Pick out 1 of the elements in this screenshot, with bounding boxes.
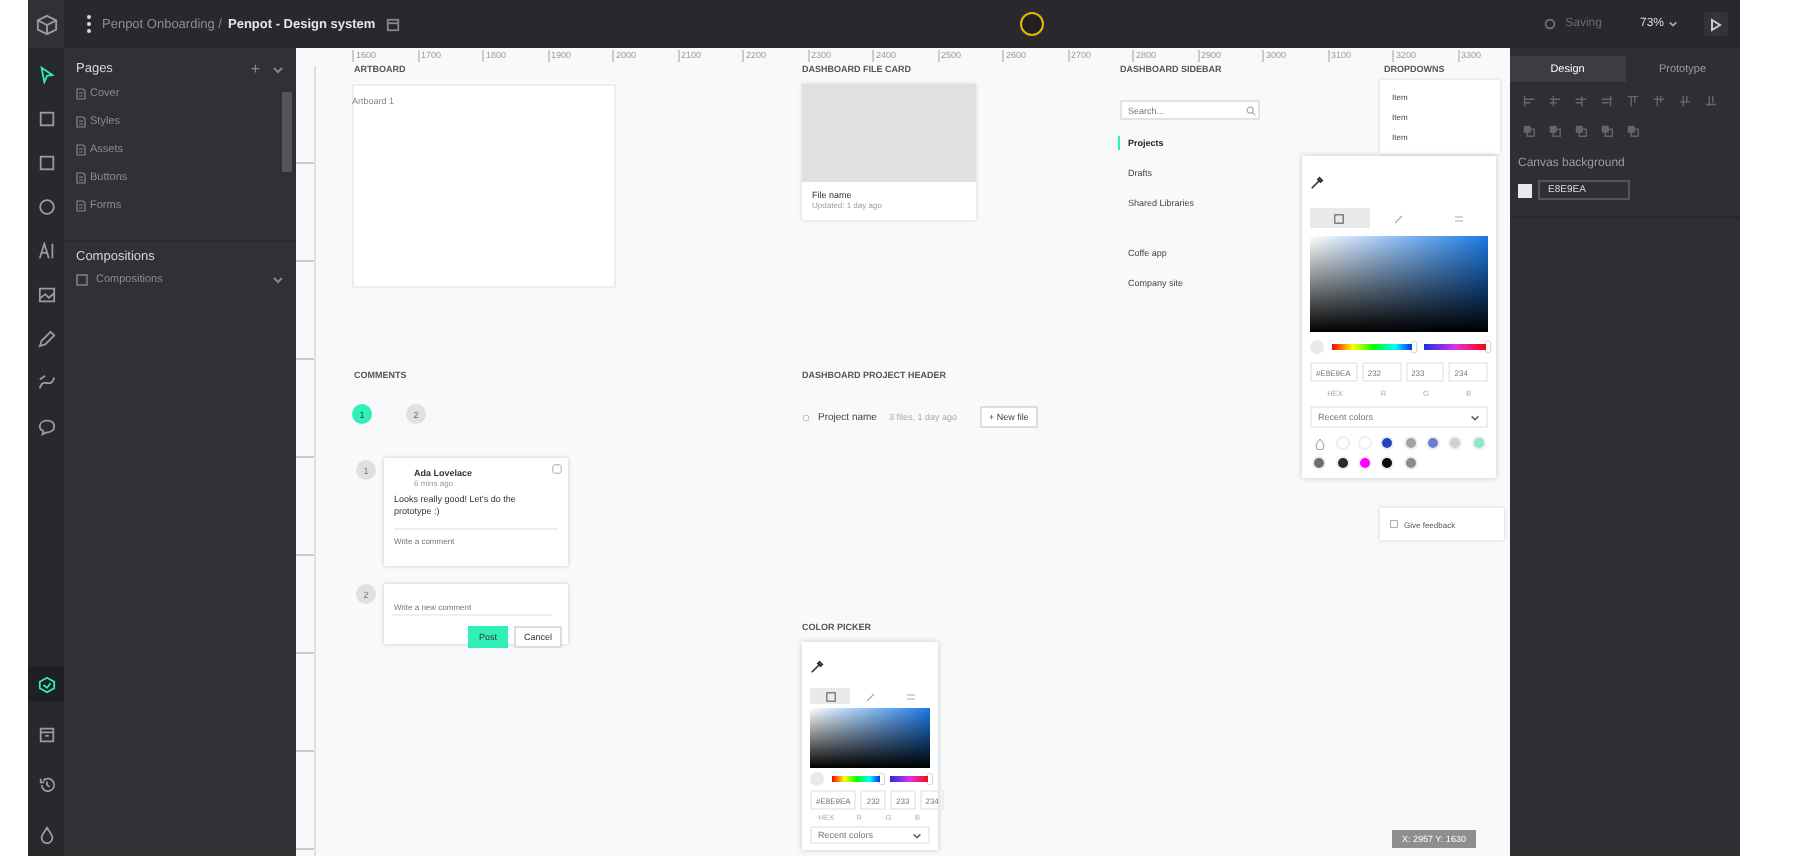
add-page-button[interactable]: + [250, 60, 260, 78]
